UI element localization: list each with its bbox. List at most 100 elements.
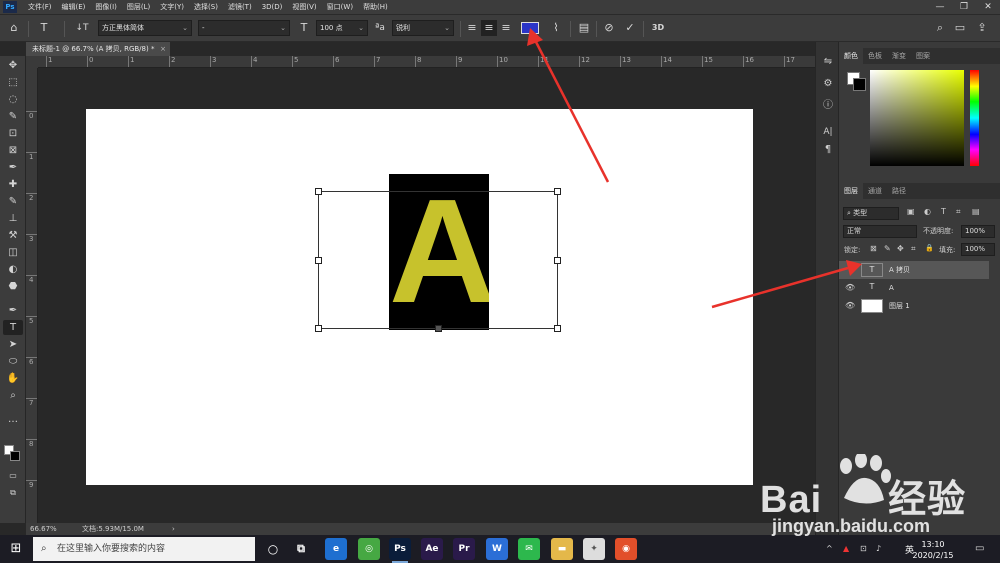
volume-icon[interactable]: ♪ bbox=[876, 544, 881, 553]
text-color-swatch[interactable] bbox=[521, 22, 539, 34]
hand-tool-icon[interactable]: ✋ bbox=[3, 371, 23, 386]
quick-select-tool-icon[interactable]: ✎ bbox=[3, 109, 23, 124]
clone-stamp-tool-icon[interactable]: ⊥ bbox=[3, 211, 23, 226]
path-select-tool-icon[interactable]: ➤ bbox=[3, 337, 23, 352]
filter-adjustment-icon[interactable]: ◐ bbox=[924, 207, 931, 216]
eraser-tool-icon[interactable]: ◫ bbox=[3, 245, 23, 260]
antialias-dropdown[interactable]: 锐利 ⌄ bbox=[392, 20, 454, 36]
move-tool-icon[interactable]: ✥ bbox=[3, 58, 23, 73]
ps-app-icon[interactable]: Ps bbox=[3, 1, 17, 13]
vertical-ruler[interactable]: 0 1 2 3 4 5 6 7 8 9 bbox=[26, 68, 38, 523]
menu-help[interactable]: 帮助(H) bbox=[358, 2, 393, 12]
background-color-swatch[interactable] bbox=[10, 451, 20, 461]
file-explorer-icon[interactable]: ▬ bbox=[551, 538, 573, 560]
hue-slider[interactable] bbox=[970, 70, 979, 166]
layer-row[interactable]: 👁 T A bbox=[839, 279, 989, 297]
share-icon[interactable]: ⇪ bbox=[974, 20, 990, 36]
clock-date[interactable]: 2020/2/15 bbox=[908, 551, 958, 560]
character-icon[interactable]: A| bbox=[820, 124, 836, 140]
cortana-icon[interactable]: ○ bbox=[262, 538, 284, 560]
layer-row[interactable]: T A 拷贝 bbox=[839, 261, 989, 279]
warp-text-icon[interactable]: ⌇ bbox=[548, 20, 564, 36]
opacity-field[interactable]: 100% bbox=[961, 225, 995, 238]
document-tab[interactable]: 未标题-1 @ 66.7% (A 拷贝, RGB/8) * × bbox=[26, 42, 170, 56]
tray-overflow-icon[interactable]: ^ bbox=[826, 544, 833, 553]
panel-background-swatch[interactable] bbox=[853, 78, 866, 91]
minimize-button[interactable]: — bbox=[928, 0, 952, 14]
healing-brush-tool-icon[interactable]: ✚ bbox=[3, 177, 23, 192]
screen-mode-icon[interactable]: ⧉ bbox=[3, 485, 23, 500]
zoom-level[interactable]: 66.67% bbox=[30, 523, 57, 535]
lock-all-icon[interactable]: 🔒 bbox=[925, 244, 934, 252]
restore-button[interactable]: ❐ bbox=[952, 0, 976, 14]
crop-tool-icon[interactable]: ⊡ bbox=[3, 126, 23, 141]
search-icon[interactable]: ⌕ bbox=[932, 20, 948, 36]
shape-tool-icon[interactable]: ⬭ bbox=[3, 354, 23, 369]
filter-shape-icon[interactable]: ⌗ bbox=[956, 207, 961, 217]
character-panel-icon[interactable]: ▤ bbox=[576, 20, 592, 36]
menu-file[interactable]: 文件(F) bbox=[23, 2, 57, 12]
3d-button[interactable]: 3D bbox=[648, 20, 668, 36]
menu-select[interactable]: 选择(S) bbox=[189, 2, 223, 12]
font-family-dropdown[interactable]: 方正黑体简体 ⌄ bbox=[98, 20, 192, 36]
network-icon[interactable]: ⊡ bbox=[860, 544, 867, 553]
text-orientation-icon[interactable]: ↓T bbox=[72, 20, 92, 36]
feather-app-icon[interactable]: ✦ bbox=[583, 538, 605, 560]
transform-handle-middle-right[interactable] bbox=[554, 257, 561, 264]
paragraph-icon[interactable]: ¶ bbox=[820, 142, 836, 158]
align-right-icon[interactable]: ≡ bbox=[498, 20, 514, 36]
filter-type-icon[interactable]: T bbox=[941, 207, 946, 216]
menu-view[interactable]: 视图(V) bbox=[287, 2, 321, 12]
transform-handle-bottom-center[interactable] bbox=[435, 325, 442, 332]
tab-color[interactable]: 颜色 bbox=[839, 48, 863, 64]
color-picker-field[interactable] bbox=[870, 70, 964, 166]
ruler-origin[interactable] bbox=[26, 56, 38, 68]
font-size-dropdown[interactable]: 100 点 ⌄ bbox=[316, 20, 368, 36]
premiere-icon[interactable]: Pr bbox=[453, 538, 475, 560]
pen-tool-icon[interactable]: ✒ bbox=[3, 303, 23, 318]
lasso-tool-icon[interactable]: ◌ bbox=[3, 92, 23, 107]
close-button[interactable]: ✕ bbox=[976, 0, 1000, 14]
font-style-dropdown[interactable]: - ⌄ bbox=[198, 20, 290, 36]
start-button[interactable]: ⊞ bbox=[0, 535, 32, 563]
menu-filter[interactable]: 滤镜(T) bbox=[223, 2, 257, 12]
after-effects-icon[interactable]: Ae bbox=[421, 538, 443, 560]
transform-bounding-box[interactable] bbox=[315, 188, 561, 332]
firefox-icon[interactable]: ◉ bbox=[615, 538, 637, 560]
menu-image[interactable]: 图像(I) bbox=[90, 2, 122, 12]
tab-paths[interactable]: 路径 bbox=[887, 183, 911, 199]
marquee-tool-icon[interactable]: ⬚ bbox=[3, 75, 23, 90]
transform-handle-bottom-left[interactable] bbox=[315, 325, 322, 332]
commit-edits-icon[interactable]: ✓ bbox=[622, 20, 638, 36]
lock-artboard-icon[interactable]: ⌗ bbox=[911, 244, 916, 254]
adjustments-icon[interactable]: ⚙ bbox=[820, 76, 836, 92]
horizontal-ruler[interactable]: 1 0 1 2 3 4 5 6 7 8 9 10 11 12 13 14 15 16 17 bbox=[38, 56, 815, 68]
edge-browser-icon[interactable]: e bbox=[325, 538, 347, 560]
type-tool-icon[interactable]: T bbox=[3, 320, 23, 335]
frame-tool-icon[interactable]: ⊠ bbox=[3, 143, 23, 158]
tray-app-icon[interactable]: ▲ bbox=[843, 544, 849, 553]
menu-window[interactable]: 窗口(W) bbox=[322, 2, 358, 12]
home-icon[interactable]: ⌂ bbox=[6, 20, 22, 36]
align-center-icon[interactable]: ≡ bbox=[481, 20, 497, 36]
menu-layer[interactable]: 图层(L) bbox=[122, 2, 155, 12]
taskbar-search-input[interactable]: ⌕ 在这里输入你要搜索的内容 bbox=[33, 537, 255, 561]
notification-icon[interactable]: ▭ bbox=[975, 543, 984, 554]
clock-time[interactable]: 13:10 bbox=[908, 540, 958, 549]
paint-bucket-tool-icon[interactable]: ◐ bbox=[3, 262, 23, 277]
lock-position-icon[interactable]: ✥ bbox=[897, 244, 904, 253]
tab-layers[interactable]: 图层 bbox=[839, 183, 863, 199]
tab-channels[interactable]: 通道 bbox=[863, 183, 887, 199]
fill-field[interactable]: 100% bbox=[961, 243, 995, 256]
menu-type[interactable]: 文字(Y) bbox=[155, 2, 189, 12]
transform-handle-middle-left[interactable] bbox=[315, 257, 322, 264]
workspace-icon[interactable]: ▭ bbox=[952, 20, 968, 36]
cancel-edits-icon[interactable]: ⊘ bbox=[601, 20, 617, 36]
eye-icon[interactable]: 👁 bbox=[845, 297, 855, 315]
status-menu-arrow-icon[interactable]: › bbox=[172, 523, 175, 535]
layer-filter-dropdown[interactable]: ⌕ 类型 bbox=[843, 207, 899, 220]
properties-icon[interactable]: ⓘ bbox=[820, 98, 836, 114]
tab-patterns[interactable]: 图案 bbox=[911, 48, 935, 64]
blend-mode-dropdown[interactable]: 正常 bbox=[843, 225, 917, 238]
zoom-tool-icon[interactable]: ⌕ bbox=[3, 388, 23, 403]
